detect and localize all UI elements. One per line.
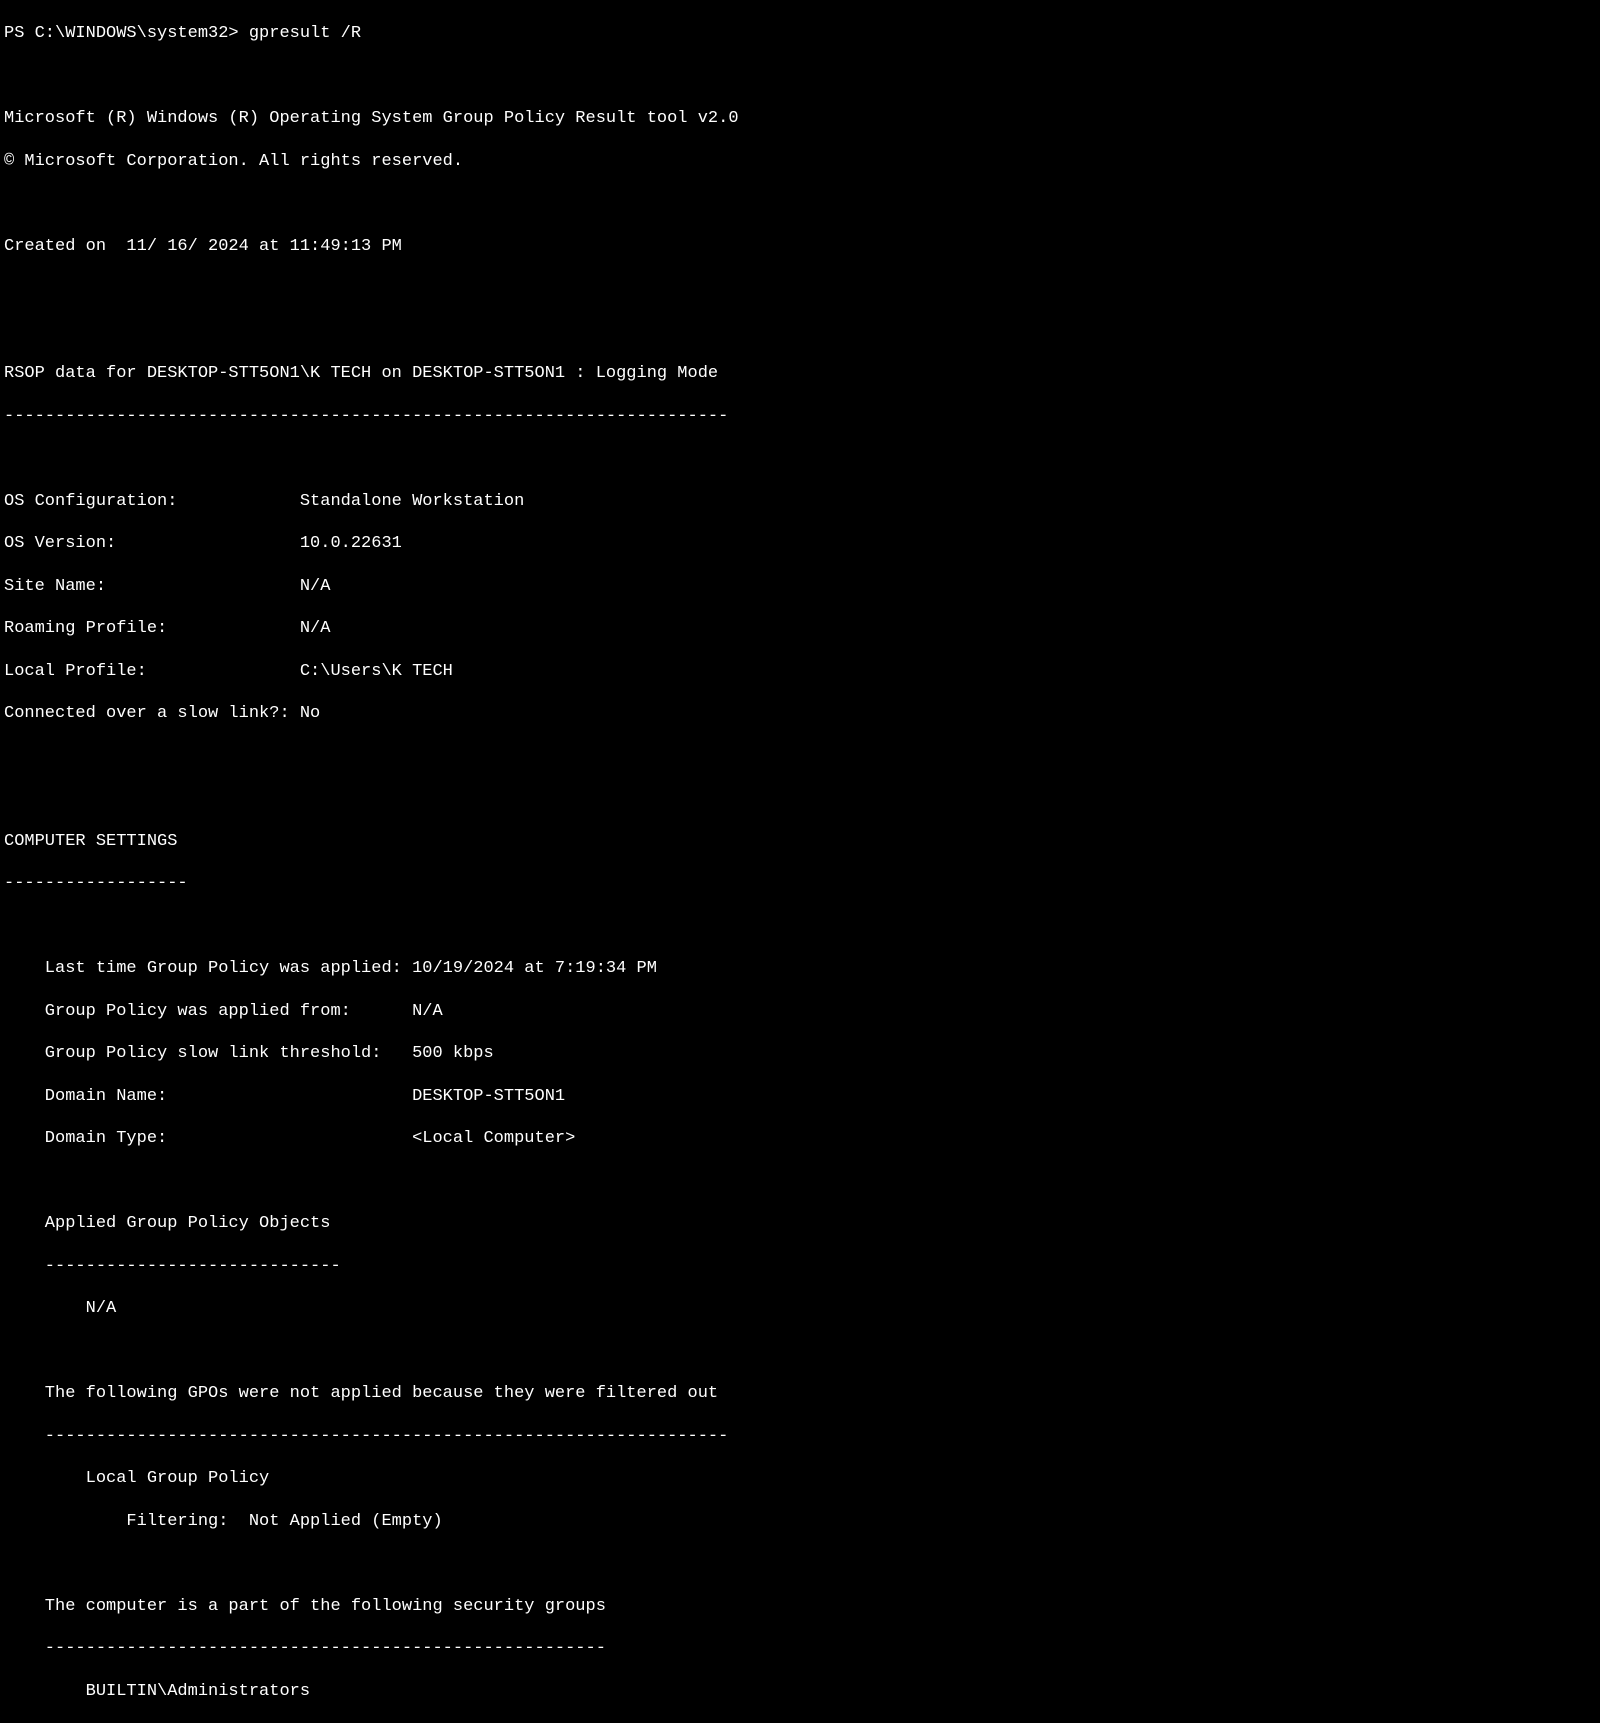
- tool-header: Microsoft (R) Windows (R) Operating Syst…: [4, 108, 1596, 129]
- filtered-gpo-filter: Filtering: Not Applied (Empty): [4, 1511, 1596, 1532]
- blank-line: [4, 193, 1596, 214]
- terminal-output[interactable]: PS C:\WINDOWS\system32> gpresult /R Micr…: [4, 2, 1596, 1723]
- blank-line: [4, 1553, 1596, 1574]
- created-on-line: Created on 11/ 16/ 2024 at 11:49:13 PM: [4, 236, 1596, 257]
- computer-settings-divider: ------------------: [4, 873, 1596, 894]
- copyright-line: © Microsoft Corporation. All rights rese…: [4, 151, 1596, 172]
- computer-settings-title: COMPUTER SETTINGS: [4, 831, 1596, 852]
- gp-domain-name: Domain Name: DESKTOP-STT5ON1: [4, 1086, 1596, 1107]
- gp-threshold: Group Policy slow link threshold: 500 kb…: [4, 1043, 1596, 1064]
- blank-line: [4, 321, 1596, 342]
- blank-line: [4, 916, 1596, 937]
- roaming-profile: Roaming Profile: N/A: [4, 618, 1596, 639]
- os-version: OS Version: 10.0.22631: [4, 533, 1596, 554]
- blank-line: [4, 746, 1596, 767]
- site-name: Site Name: N/A: [4, 576, 1596, 597]
- security-groups-divider: ----------------------------------------…: [4, 1638, 1596, 1659]
- prompt-line: PS C:\WINDOWS\system32> gpresult /R: [4, 23, 1596, 44]
- applied-gpo-value: N/A: [4, 1298, 1596, 1319]
- slow-link: Connected over a slow link?: No: [4, 703, 1596, 724]
- gp-applied-from: Group Policy was applied from: N/A: [4, 1001, 1596, 1022]
- blank-line: [4, 66, 1596, 87]
- blank-line: [4, 1171, 1596, 1192]
- filtered-gpo-divider: ----------------------------------------…: [4, 1426, 1596, 1447]
- command-name: gpresult: [249, 24, 331, 43]
- gp-domain-type: Domain Type: <Local Computer>: [4, 1128, 1596, 1149]
- os-configuration: OS Configuration: Standalone Workstation: [4, 491, 1596, 512]
- filtered-gpo-title: The following GPOs were not applied beca…: [4, 1383, 1596, 1404]
- applied-gpo-title: Applied Group Policy Objects: [4, 1213, 1596, 1234]
- blank-line: [4, 1341, 1596, 1362]
- gp-last-applied: Last time Group Policy was applied: 10/1…: [4, 958, 1596, 979]
- command-arg: /R: [330, 24, 361, 43]
- applied-gpo-divider: -----------------------------: [4, 1256, 1596, 1277]
- security-groups-title: The computer is a part of the following …: [4, 1596, 1596, 1617]
- prompt-path: PS C:\WINDOWS\system32>: [4, 24, 249, 43]
- security-group-1: BUILTIN\Administrators: [4, 1681, 1596, 1702]
- rsop-data-line: RSOP data for DESKTOP-STT5ON1\K TECH on …: [4, 363, 1596, 384]
- rsop-divider: ----------------------------------------…: [4, 406, 1596, 427]
- local-profile: Local Profile: C:\Users\K TECH: [4, 661, 1596, 682]
- blank-line: [4, 448, 1596, 469]
- blank-line: [4, 788, 1596, 809]
- filtered-gpo-name: Local Group Policy: [4, 1468, 1596, 1489]
- blank-line: [4, 278, 1596, 299]
